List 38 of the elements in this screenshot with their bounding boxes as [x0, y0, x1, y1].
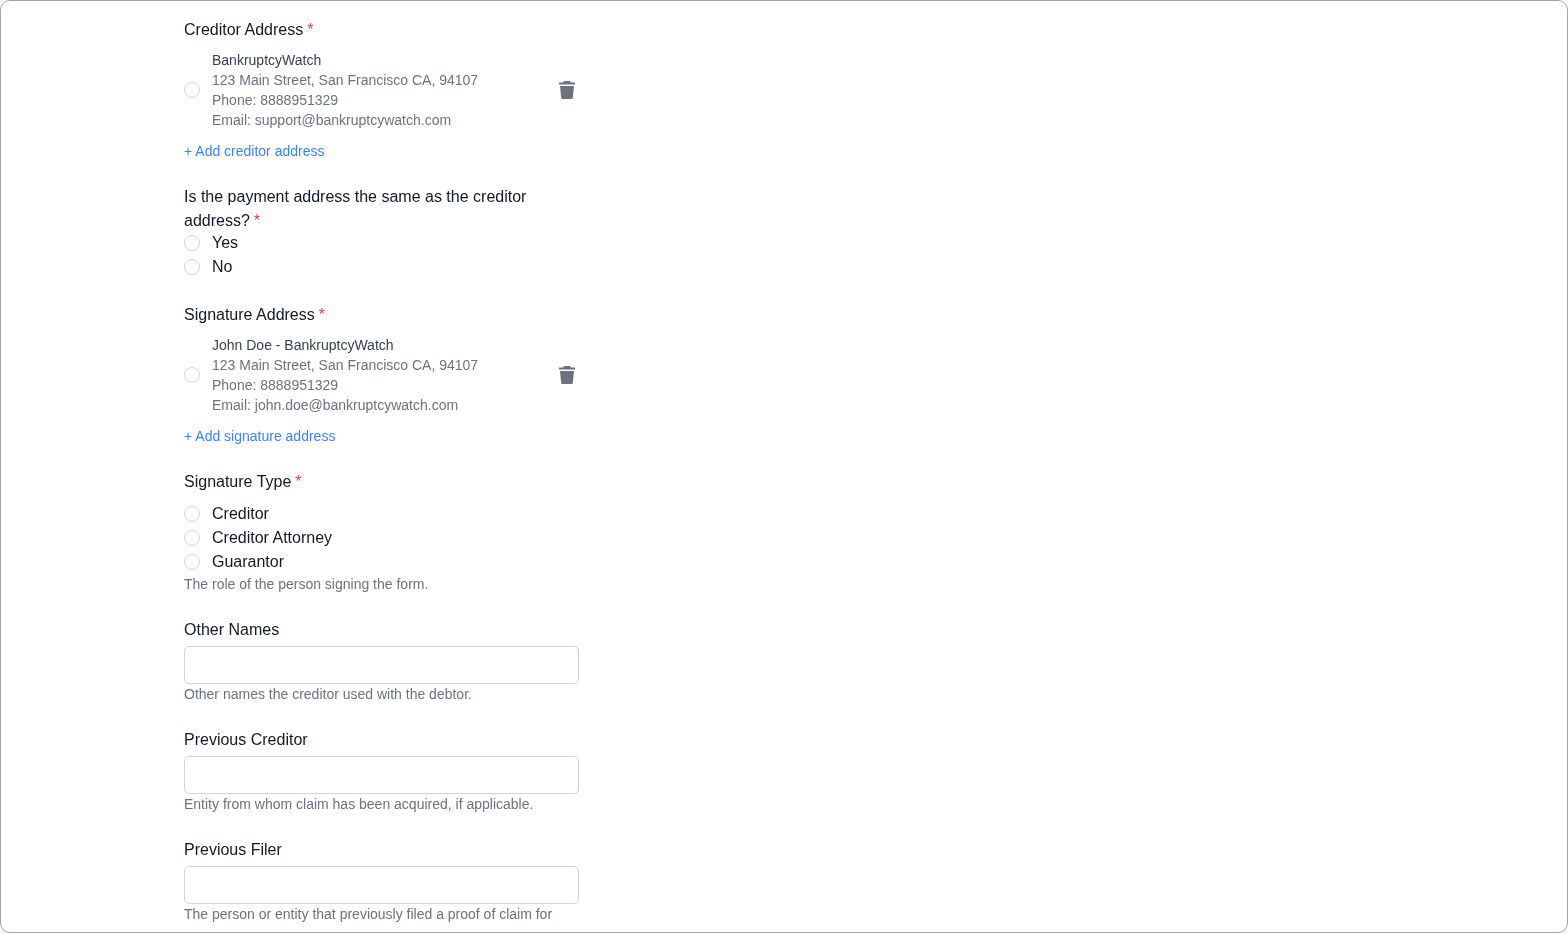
address-line: 123 Main Street, San Francisco CA, 94107 — [212, 356, 480, 375]
address-line: Email: support@bankruptcywatch.com — [212, 111, 453, 130]
radio-button[interactable] — [184, 82, 200, 98]
radio-button[interactable] — [184, 554, 200, 570]
radio-button[interactable] — [184, 530, 200, 546]
address-name: BankruptcyWatch — [212, 51, 323, 70]
help-text: Entity from whom claim has been acquired, if applicable. — [184, 795, 535, 814]
field-label: Creditor Address * — [184, 21, 314, 38]
field-label: Previous Filer — [184, 841, 282, 858]
option-label: Creditor Attorney — [212, 529, 333, 547]
field-label: Signature Type * — [184, 473, 302, 490]
help-text: Other names the creditor used with the debtor. — [184, 685, 473, 704]
address-line: Email: john.doe@bankruptcywatch.com — [212, 396, 460, 415]
field-label: Other Names — [184, 621, 280, 638]
field-label: Signature Address * — [184, 306, 325, 323]
option-label: Creditor — [212, 505, 269, 523]
field-label: Is the payment address the same as the creditor address? * — [184, 188, 527, 229]
add-address-link[interactable]: + Add signature address — [184, 426, 336, 446]
text-input-field[interactable] — [184, 756, 579, 794]
field-label: Previous Creditor — [184, 731, 308, 748]
option-label: Yes — [212, 234, 239, 252]
radio-button[interactable] — [184, 259, 200, 275]
radio-button[interactable] — [184, 235, 200, 251]
option-label: Guarantor — [212, 553, 285, 571]
trash-icon[interactable] — [559, 81, 575, 99]
option-label: No — [212, 258, 233, 276]
address-name: John Doe - BankruptcyWatch — [212, 336, 395, 355]
add-address-link[interactable]: + Add creditor address — [184, 141, 325, 161]
trash-icon[interactable] — [559, 366, 575, 384]
radio-button[interactable] — [184, 367, 200, 383]
help-text: The person or entity that previously filed a proof of claim for — [184, 905, 554, 924]
address-line: 123 Main Street, San Francisco CA, 94107 — [212, 71, 480, 90]
text-input-field[interactable] — [184, 866, 579, 904]
address-line: Phone: 8888951329 — [212, 376, 340, 395]
text-input-field[interactable] — [184, 646, 579, 684]
help-text: The role of the person signing the form. — [184, 575, 430, 594]
address-line: Phone: 8888951329 — [212, 91, 340, 110]
radio-button[interactable] — [184, 506, 200, 522]
